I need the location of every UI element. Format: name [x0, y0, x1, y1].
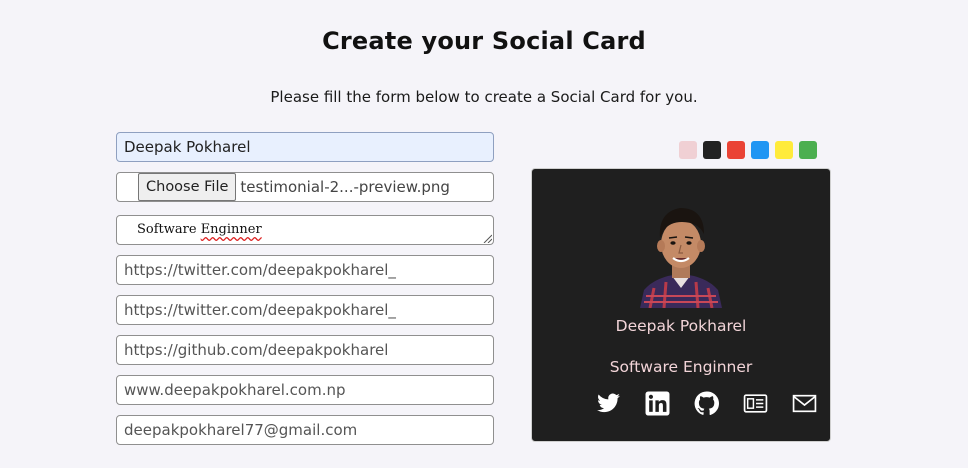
twitter-icon[interactable] — [596, 391, 621, 416]
avatar — [640, 208, 722, 308]
file-name: testimonial-2...-preview.png — [240, 178, 450, 196]
color-swatch-green[interactable] — [799, 141, 817, 159]
card-name: Deepak Pokharel — [615, 317, 747, 335]
job-title-text: Software — [137, 222, 201, 237]
website-input[interactable]: www.deepakpokharel.com.np — [116, 375, 494, 405]
color-swatch-black[interactable] — [703, 141, 721, 159]
github-input[interactable]: https://github.com/deepakpokharel — [116, 335, 494, 365]
twitter-input[interactable]: https://twitter.com/deepakpokharel_ — [116, 255, 494, 285]
social-card-preview: Deepak Pokharel Software Enginner — [531, 168, 831, 442]
photo-file-input[interactable]: Choose File testimonial-2...-preview.png — [116, 172, 494, 202]
email-input[interactable]: deepakpokharel77@gmail.com — [116, 415, 494, 445]
choose-file-button[interactable]: Choose File — [138, 173, 237, 201]
color-swatch-yellow[interactable] — [775, 141, 793, 159]
page-title: Create your Social Card — [322, 27, 646, 55]
page-subtitle: Please fill the form below to create a S… — [270, 88, 698, 106]
website-icon[interactable] — [743, 391, 768, 416]
linkedin-icon[interactable] — [645, 391, 670, 416]
name-input[interactable]: Deepak Pokharel — [116, 132, 494, 162]
resize-grip-icon[interactable] — [483, 234, 492, 243]
color-swatch-blue[interactable] — [751, 141, 769, 159]
linkedin-input[interactable]: https://twitter.com/deepakpokharel_ — [116, 295, 494, 325]
card-social-links — [596, 391, 817, 416]
theme-color-picker — [679, 141, 817, 159]
job-title-misspelled-word: Enginner — [200, 222, 262, 237]
color-swatch-red[interactable] — [727, 141, 745, 159]
color-swatch-pink[interactable] — [679, 141, 697, 159]
github-icon[interactable] — [694, 391, 719, 416]
card-job-title: Software Enginner — [609, 358, 753, 376]
email-icon[interactable] — [792, 391, 817, 416]
job-title-textarea[interactable]: Software Enginner — [116, 215, 494, 245]
